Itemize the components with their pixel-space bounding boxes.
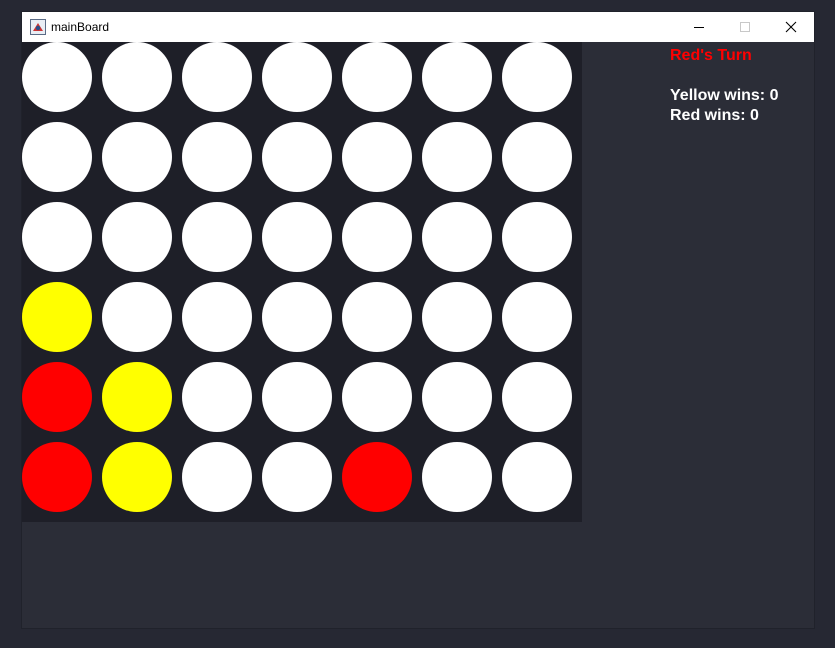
board-cell-empty[interactable]: [182, 202, 252, 272]
board-cell-empty[interactable]: [422, 442, 492, 512]
turn-indicator: Red's Turn: [670, 47, 752, 64]
board-cell-empty[interactable]: [22, 202, 92, 272]
board-cell-empty[interactable]: [262, 202, 332, 272]
board-cell-empty[interactable]: [182, 362, 252, 432]
close-icon: [785, 21, 797, 33]
board-cell-empty[interactable]: [342, 42, 412, 112]
maximize-button[interactable]: [722, 12, 768, 42]
board-cell-red[interactable]: [22, 362, 92, 432]
minimize-icon: [694, 27, 704, 28]
board-cell-empty[interactable]: [22, 42, 92, 112]
board-cell-empty[interactable]: [262, 442, 332, 512]
board-cell-empty[interactable]: [342, 362, 412, 432]
board-cell-red[interactable]: [22, 442, 92, 512]
board-cell-red[interactable]: [342, 442, 412, 512]
board-cell-empty[interactable]: [102, 122, 172, 192]
board-cell-empty[interactable]: [422, 362, 492, 432]
board-cell-yellow[interactable]: [102, 442, 172, 512]
board-cell-empty[interactable]: [342, 122, 412, 192]
board-cell-empty[interactable]: [502, 442, 572, 512]
board-cell-yellow[interactable]: [102, 362, 172, 432]
title-bar[interactable]: mainBoard: [22, 12, 814, 42]
board-cell-empty[interactable]: [182, 282, 252, 352]
board-cell-empty[interactable]: [502, 122, 572, 192]
board-cell-empty[interactable]: [262, 282, 332, 352]
window-controls: [676, 12, 814, 42]
board-cell-empty[interactable]: [422, 122, 492, 192]
board-cell-empty[interactable]: [102, 202, 172, 272]
board-cell-empty[interactable]: [262, 42, 332, 112]
board-cell-empty[interactable]: [422, 282, 492, 352]
board-cell-yellow[interactable]: [22, 282, 92, 352]
board-cell-empty[interactable]: [502, 202, 572, 272]
board-cell-empty[interactable]: [182, 122, 252, 192]
java-app-icon: [30, 19, 46, 35]
close-button[interactable]: [768, 12, 814, 42]
board-cell-empty[interactable]: [102, 42, 172, 112]
board-cell-empty[interactable]: [342, 282, 412, 352]
board-cell-empty[interactable]: [182, 42, 252, 112]
board-cell-empty[interactable]: [422, 42, 492, 112]
game-window: mainBoard Red's Turn Yellow wins: 0 Red …: [22, 12, 814, 628]
board-cell-empty[interactable]: [502, 42, 572, 112]
board-cell-empty[interactable]: [262, 122, 332, 192]
board-cell-empty[interactable]: [182, 442, 252, 512]
window-title: mainBoard: [51, 20, 110, 34]
board-cell-empty[interactable]: [342, 202, 412, 272]
yellow-wins-label: Yellow wins: 0: [670, 87, 779, 104]
board-cell-empty[interactable]: [502, 362, 572, 432]
board-cell-empty[interactable]: [102, 282, 172, 352]
board-cell-empty[interactable]: [22, 122, 92, 192]
minimize-button[interactable]: [676, 12, 722, 42]
board-cell-empty[interactable]: [262, 362, 332, 432]
maximize-icon: [740, 22, 750, 32]
board-cell-empty[interactable]: [422, 202, 492, 272]
game-board[interactable]: [22, 42, 582, 522]
board-cell-empty[interactable]: [502, 282, 572, 352]
red-wins-label: Red wins: 0: [670, 107, 759, 124]
